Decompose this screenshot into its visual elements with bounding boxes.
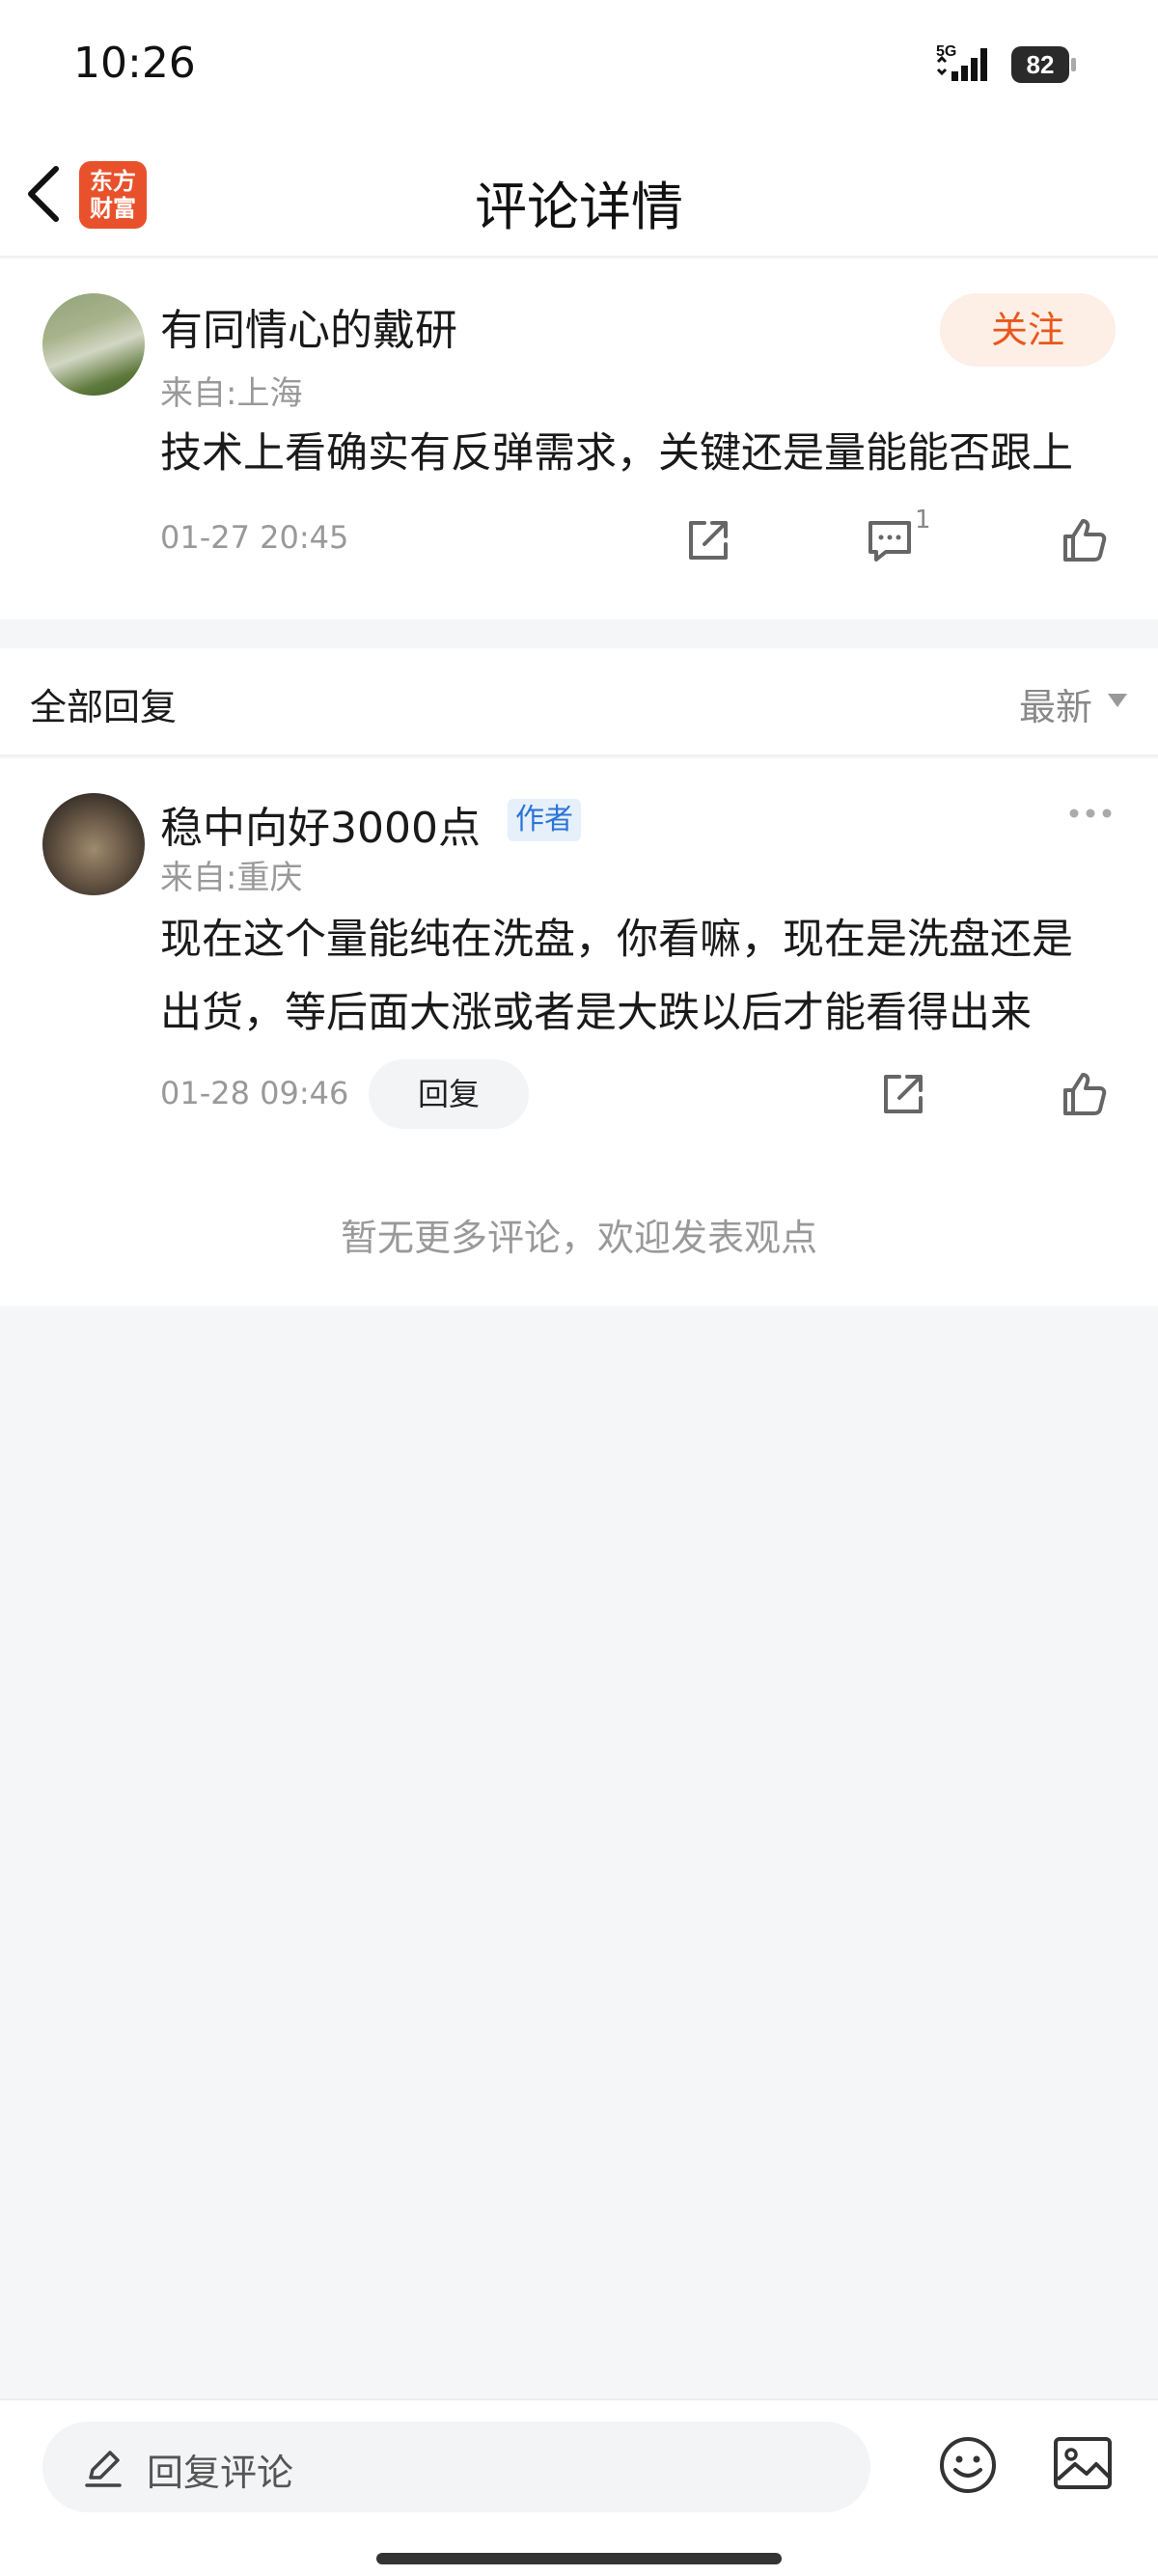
- cellular-signal-icon: 5G: [936, 43, 987, 81]
- reply-button[interactable]: 回复: [369, 1059, 529, 1129]
- no-more-comments: 暂无更多评论，欢迎发表观点: [340, 1217, 817, 1259]
- reply-timestamp: 01-28 09:46: [160, 1075, 349, 1111]
- share-icon[interactable]: [878, 1069, 928, 1119]
- share-icon[interactable]: [683, 515, 733, 565]
- replies-title: 全部回复: [30, 686, 178, 728]
- pen-icon: [85, 2451, 122, 2487]
- sort-dropdown[interactable]: 最新: [1019, 677, 1092, 730]
- comment-icon[interactable]: [865, 515, 915, 565]
- replies-header: 全部回复 最新: [0, 648, 1158, 756]
- reply-location: 来自:重庆: [160, 859, 303, 897]
- status-bar: 10:26 5G 82: [0, 0, 1158, 130]
- author-badge: 作者: [508, 799, 581, 841]
- page-title: 评论详情: [475, 177, 683, 237]
- comment-username[interactable]: 有同情心的戴研: [160, 295, 457, 357]
- network-type: 5G: [936, 43, 956, 60]
- reply-content-line1: 现在这个量能纯在洗盘，你看嘛，现在是洗盘还是: [160, 916, 1073, 964]
- like-icon[interactable]: [1060, 1069, 1110, 1119]
- reply-input-placeholder: 回复评论: [147, 2452, 294, 2494]
- status-time: 10:26: [73, 39, 196, 88]
- comment-content: 技术上看确实有反弹需求，关键还是量能能否跟上: [160, 429, 1073, 478]
- like-icon[interactable]: [1060, 515, 1110, 565]
- avatar[interactable]: [42, 793, 145, 895]
- comment-timestamp: 01-27 20:45: [160, 519, 349, 556]
- more-options-icon[interactable]: [1067, 807, 1114, 820]
- caret-down-icon[interactable]: [1108, 694, 1127, 707]
- image-icon[interactable]: [1052, 2435, 1114, 2491]
- main-comment: 有同情心的戴研 来自:上海 关注 技术上看确实有反弹需求，关键还是量能能否跟上 …: [0, 259, 1158, 619]
- comment-location: 来自:上海: [160, 374, 303, 413]
- battery-level: 82: [1027, 50, 1055, 79]
- reply-item: 稳中向好3000点 作者 来自:重庆 现在这个量能纯在洗盘，你看嘛，现在是洗盘还…: [0, 758, 1158, 1306]
- bottom-bar: 回复评论: [0, 2398, 1158, 2576]
- reply-comment-input[interactable]: 回复评论: [42, 2422, 870, 2512]
- reply-content-line2: 出货，等后面大涨或者是大跌以后才能看得出来: [160, 989, 1032, 1037]
- home-indicator: [376, 2553, 782, 2564]
- nav-header: 东方 财富 评论详情: [0, 130, 1158, 258]
- reply-username[interactable]: 稳中向好3000点: [160, 793, 481, 855]
- battery-icon: 82: [1011, 46, 1076, 83]
- comment-count: 1: [915, 506, 931, 534]
- emoji-icon[interactable]: [938, 2435, 998, 2495]
- follow-button[interactable]: 关注: [940, 293, 1116, 367]
- avatar[interactable]: [42, 293, 145, 396]
